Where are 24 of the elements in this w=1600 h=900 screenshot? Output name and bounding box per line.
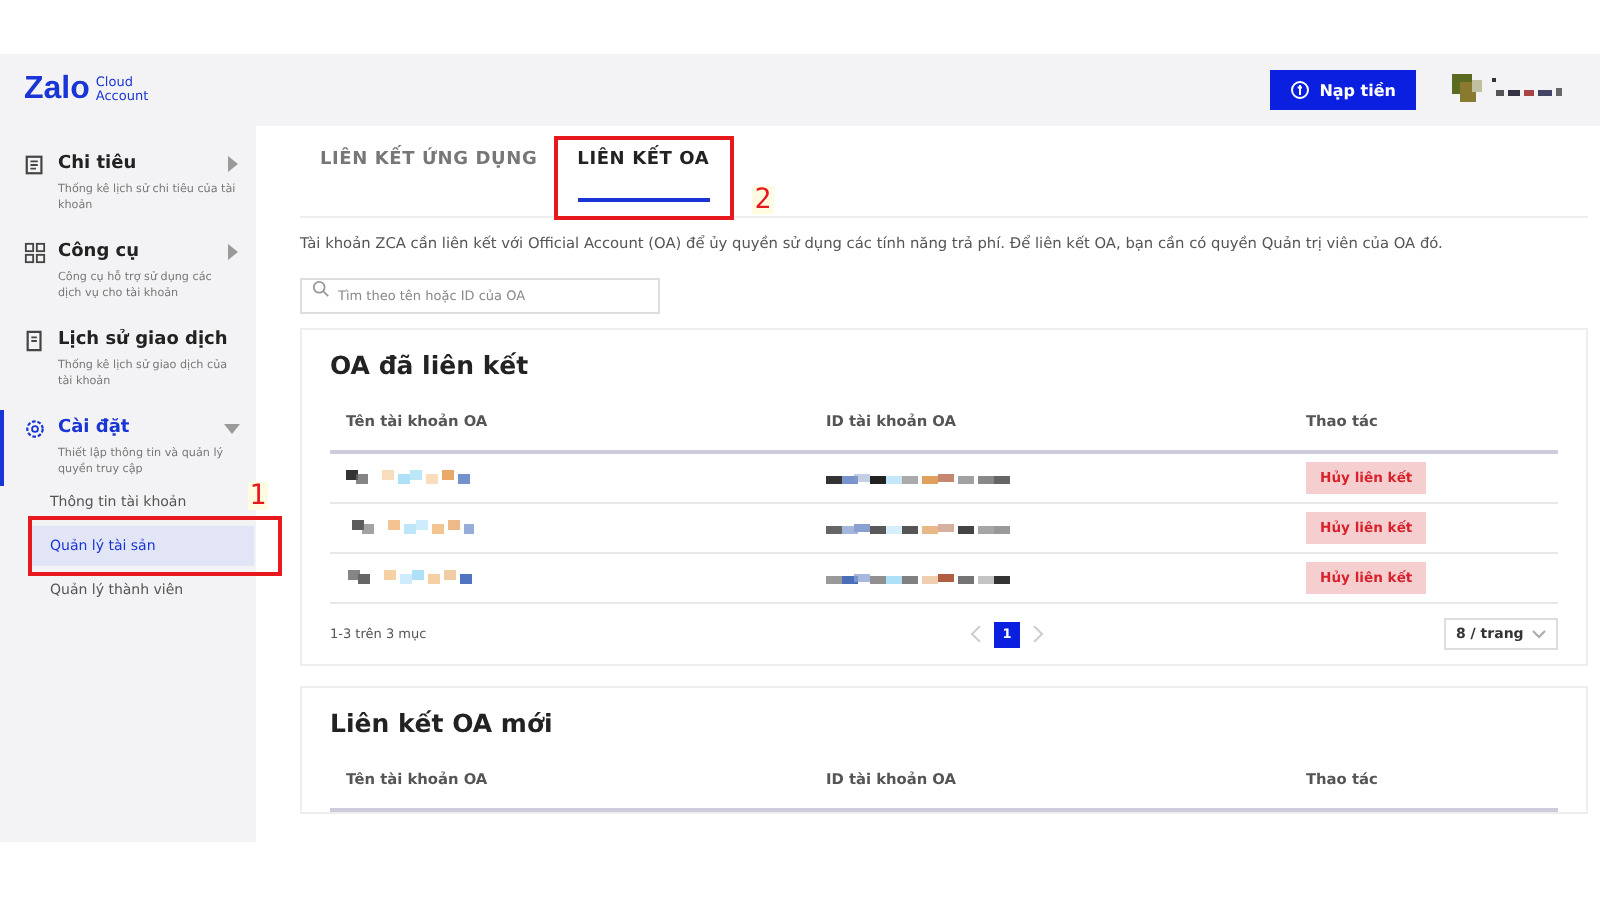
receipt-icon — [24, 329, 46, 351]
annotation-number: 1 — [247, 482, 268, 510]
annotation-number: 2 — [752, 186, 774, 214]
chevron-down-icon — [1532, 629, 1546, 639]
sidebar-item[interactable]: Lịch sử giao dịch — [24, 326, 256, 354]
logo-text: Zalo — [24, 72, 90, 108]
sidebar-item[interactable]: Công cụ — [24, 238, 256, 266]
card-title: Liên kết OA mới — [330, 708, 555, 742]
coin-icon — [1289, 80, 1310, 100]
tab[interactable]: LIÊN KẾT OA — [577, 126, 710, 202]
topup-button[interactable]: Nạp tiền — [1269, 70, 1416, 110]
card-title: OA đã liên kết — [330, 350, 531, 384]
sidebar-item[interactable]: Chi tiêu — [24, 150, 256, 178]
pixelated-blur — [346, 518, 474, 538]
sidebar-item[interactable]: Cài đặt — [24, 414, 256, 442]
previous-page-icon[interactable] — [970, 626, 982, 642]
settings-icon — [24, 417, 46, 439]
pixelated-blur — [346, 568, 474, 588]
report-icon — [24, 153, 46, 175]
tab[interactable]: LIÊN KẾT ỨNG DỤNG — [320, 126, 538, 202]
next-page-icon[interactable] — [1032, 626, 1044, 642]
grid-icon — [24, 241, 46, 263]
pixelated-blur — [346, 468, 474, 488]
search-icon — [312, 280, 330, 298]
